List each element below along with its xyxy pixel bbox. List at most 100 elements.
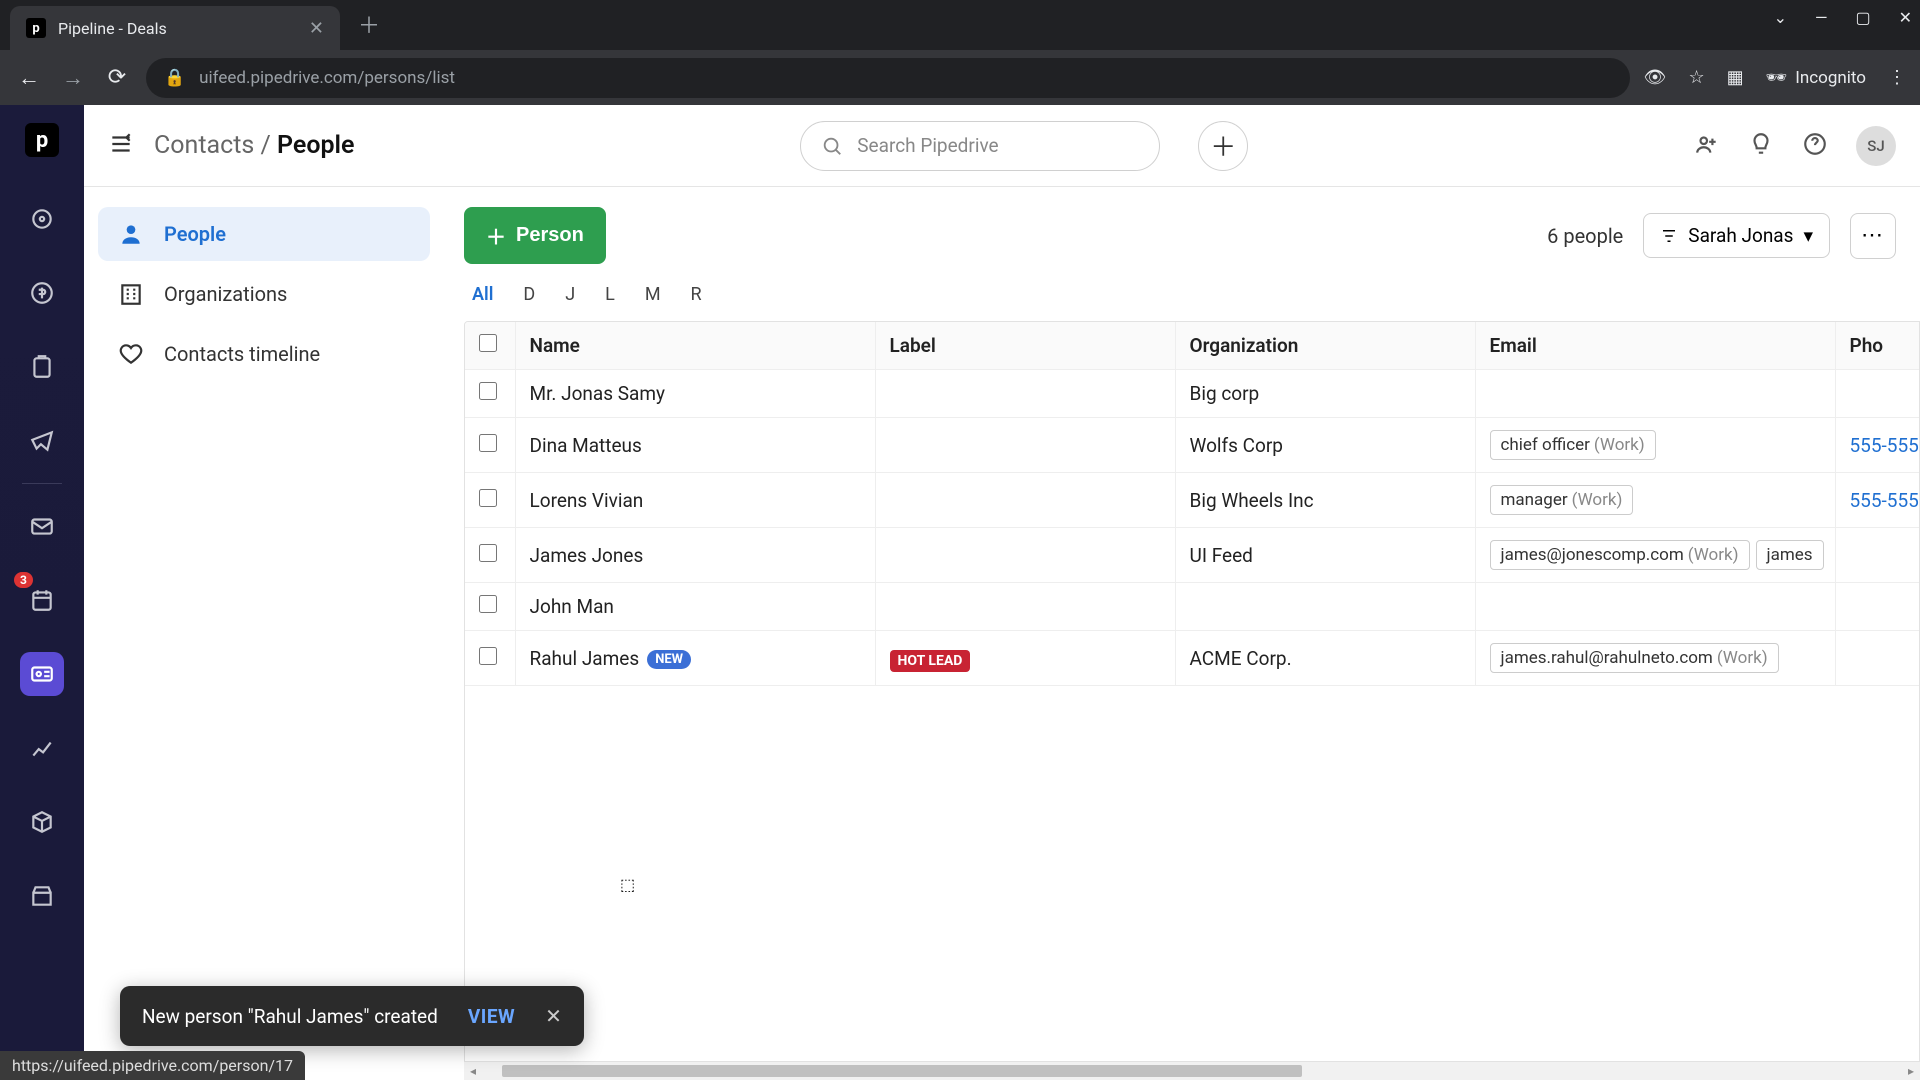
col-phone-header[interactable]: Pho⚙ — [1835, 322, 1920, 370]
status-bar-url: https://uifeed.pipedrive.com/person/17 — [0, 1051, 305, 1080]
cell-phone[interactable] — [1835, 370, 1920, 418]
rail-mail[interactable] — [20, 504, 64, 548]
rail-calendar[interactable]: 3 — [20, 578, 64, 622]
cell-name[interactable]: Mr. Jonas Samy — [515, 370, 875, 418]
scroll-left-icon[interactable]: ◂ — [464, 1064, 482, 1078]
table-row[interactable]: John Man — [465, 583, 1920, 631]
email-chip[interactable]: manager (Work) — [1490, 485, 1634, 515]
alpha-tab[interactable]: M — [645, 284, 661, 305]
cell-name[interactable]: Rahul JamesNEW — [515, 631, 875, 686]
row-checkbox[interactable] — [479, 544, 497, 562]
cell-name[interactable]: Dina Matteus — [515, 418, 875, 473]
cell-phone[interactable] — [1835, 528, 1920, 583]
email-chip[interactable]: james@jonescomp.com (Work) — [1490, 540, 1750, 570]
email-chip[interactable]: james.rahul@rahulneto.com (Work) — [1490, 643, 1779, 673]
row-checkbox[interactable] — [479, 489, 497, 507]
cell-organization[interactable]: ACME Corp. — [1175, 631, 1475, 686]
sidebar-item-people[interactable]: People — [98, 207, 430, 261]
rail-contacts[interactable] — [20, 652, 64, 696]
col-label-header[interactable]: Label — [875, 322, 1175, 370]
avatar[interactable]: SJ — [1856, 126, 1896, 166]
cell-organization[interactable] — [1175, 583, 1475, 631]
cell-phone[interactable] — [1835, 631, 1920, 686]
rail-focus[interactable] — [20, 197, 64, 241]
app-logo[interactable]: p — [25, 123, 59, 157]
cell-phone[interactable] — [1835, 583, 1920, 631]
row-checkbox[interactable] — [479, 382, 497, 400]
breadcrumb-parent[interactable]: Contacts — [154, 131, 254, 160]
chevron-down-icon[interactable]: ⌄ — [1774, 8, 1787, 27]
more-actions-button[interactable]: ⋯ — [1850, 213, 1896, 259]
add-person-button[interactable]: ＋ Person — [464, 207, 606, 264]
extensions-icon[interactable]: ▦ — [1727, 67, 1744, 88]
toast-close-icon[interactable]: ✕ — [545, 1004, 562, 1028]
rail-campaigns[interactable] — [20, 419, 64, 463]
url-box[interactable]: 🔒 uifeed.pipedrive.com/persons/list — [146, 58, 1630, 98]
table-row[interactable]: Lorens Vivian Big Wheels Inc manager (Work… — [465, 473, 1920, 528]
toast-view-button[interactable]: VIEW — [468, 1005, 515, 1028]
maximize-icon[interactable]: ▢ — [1855, 8, 1870, 27]
row-checkbox[interactable] — [479, 647, 497, 665]
email-chip[interactable]: james — [1756, 540, 1824, 570]
alpha-tab[interactable]: R — [691, 284, 702, 305]
close-window-icon[interactable]: ✕ — [1899, 8, 1912, 27]
email-chip[interactable]: chief officer (Work) — [1490, 430, 1656, 460]
rail-activities[interactable] — [20, 345, 64, 389]
table-row[interactable]: Rahul JamesNEWHOT LEADACME Corp.james.ra… — [465, 631, 1920, 686]
select-all-header[interactable] — [465, 322, 515, 370]
back-button[interactable]: ← — [14, 65, 44, 91]
cell-name[interactable]: James Jones — [515, 528, 875, 583]
scroll-right-icon[interactable]: ▸ — [1902, 1064, 1920, 1078]
table-row[interactable]: Mr. Jonas Samy Big corp — [465, 370, 1920, 418]
star-icon[interactable]: ☆ — [1688, 67, 1704, 88]
col-name-header[interactable]: Name — [515, 322, 875, 370]
forward-button[interactable]: → — [58, 65, 88, 91]
alpha-tab[interactable]: D — [523, 284, 535, 305]
scrollbar-thumb[interactable] — [502, 1065, 1302, 1077]
cell-email — [1475, 370, 1835, 418]
table-row[interactable]: Dina Matteus Wolfs Corp chief officer (Wor… — [465, 418, 1920, 473]
alpha-tab[interactable]: L — [605, 284, 615, 305]
table-row[interactable]: James Jones UI Feed james@jonescomp.com (W… — [465, 528, 1920, 583]
cell-phone[interactable]: 555-555-0 — [1835, 473, 1920, 528]
cell-organization[interactable]: Big corp — [1175, 370, 1475, 418]
cell-organization[interactable]: Big Wheels Inc — [1175, 473, 1475, 528]
phone-link[interactable]: 555-555-0 — [1850, 489, 1920, 512]
row-checkbox[interactable] — [479, 595, 497, 613]
alpha-tab[interactable]: J — [565, 284, 575, 305]
kebab-menu-icon[interactable]: ⋮ — [1888, 67, 1906, 88]
cell-phone[interactable]: 555-555-0 — [1835, 418, 1920, 473]
browser-tab[interactable]: p Pipeline - Deals ✕ — [10, 6, 340, 50]
rail-insights[interactable] — [20, 726, 64, 770]
phone-link[interactable]: 555-555-0 — [1850, 434, 1920, 457]
row-checkbox[interactable] — [479, 434, 497, 452]
quick-add-button[interactable]: ＋ — [1198, 121, 1248, 171]
cell-organization[interactable]: UI Feed — [1175, 528, 1475, 583]
owner-filter[interactable]: Sarah Jonas ▾ — [1643, 213, 1830, 258]
horizontal-scrollbar[interactable]: ◂ ▸ — [464, 1062, 1920, 1080]
toast-notification: New person "Rahul James" created VIEW ✕ — [120, 986, 584, 1046]
help-icon[interactable] — [1802, 131, 1828, 161]
sidebar-item-organizations[interactable]: Organizations — [98, 267, 430, 321]
cell-organization[interactable]: Wolfs Corp — [1175, 418, 1475, 473]
assistant-icon[interactable] — [1748, 131, 1774, 161]
reload-button[interactable]: ⟳ — [102, 65, 132, 90]
col-email-header[interactable]: Email — [1475, 322, 1835, 370]
select-all-checkbox[interactable] — [479, 334, 497, 352]
cell-name[interactable]: John Man — [515, 583, 875, 631]
filter-icon — [1660, 227, 1678, 245]
rail-products[interactable] — [20, 800, 64, 844]
new-tab-button[interactable]: ＋ — [358, 8, 380, 40]
eye-off-icon[interactable]: 👁 — [1644, 67, 1667, 88]
search-input[interactable]: Search Pipedrive — [800, 121, 1160, 171]
sidebar-item-timeline[interactable]: Contacts timeline — [98, 327, 430, 381]
alpha-tab-all[interactable]: All — [472, 284, 493, 305]
cell-name[interactable]: Lorens Vivian — [515, 473, 875, 528]
invite-users-icon[interactable] — [1694, 131, 1720, 161]
rail-marketplace[interactable] — [20, 874, 64, 918]
col-org-header[interactable]: Organization — [1175, 322, 1475, 370]
rail-deals[interactable] — [20, 271, 64, 315]
collapse-sidebar-icon[interactable] — [108, 131, 134, 161]
close-tab-icon[interactable]: ✕ — [309, 18, 324, 39]
minimize-icon[interactable]: — — [1815, 8, 1828, 27]
